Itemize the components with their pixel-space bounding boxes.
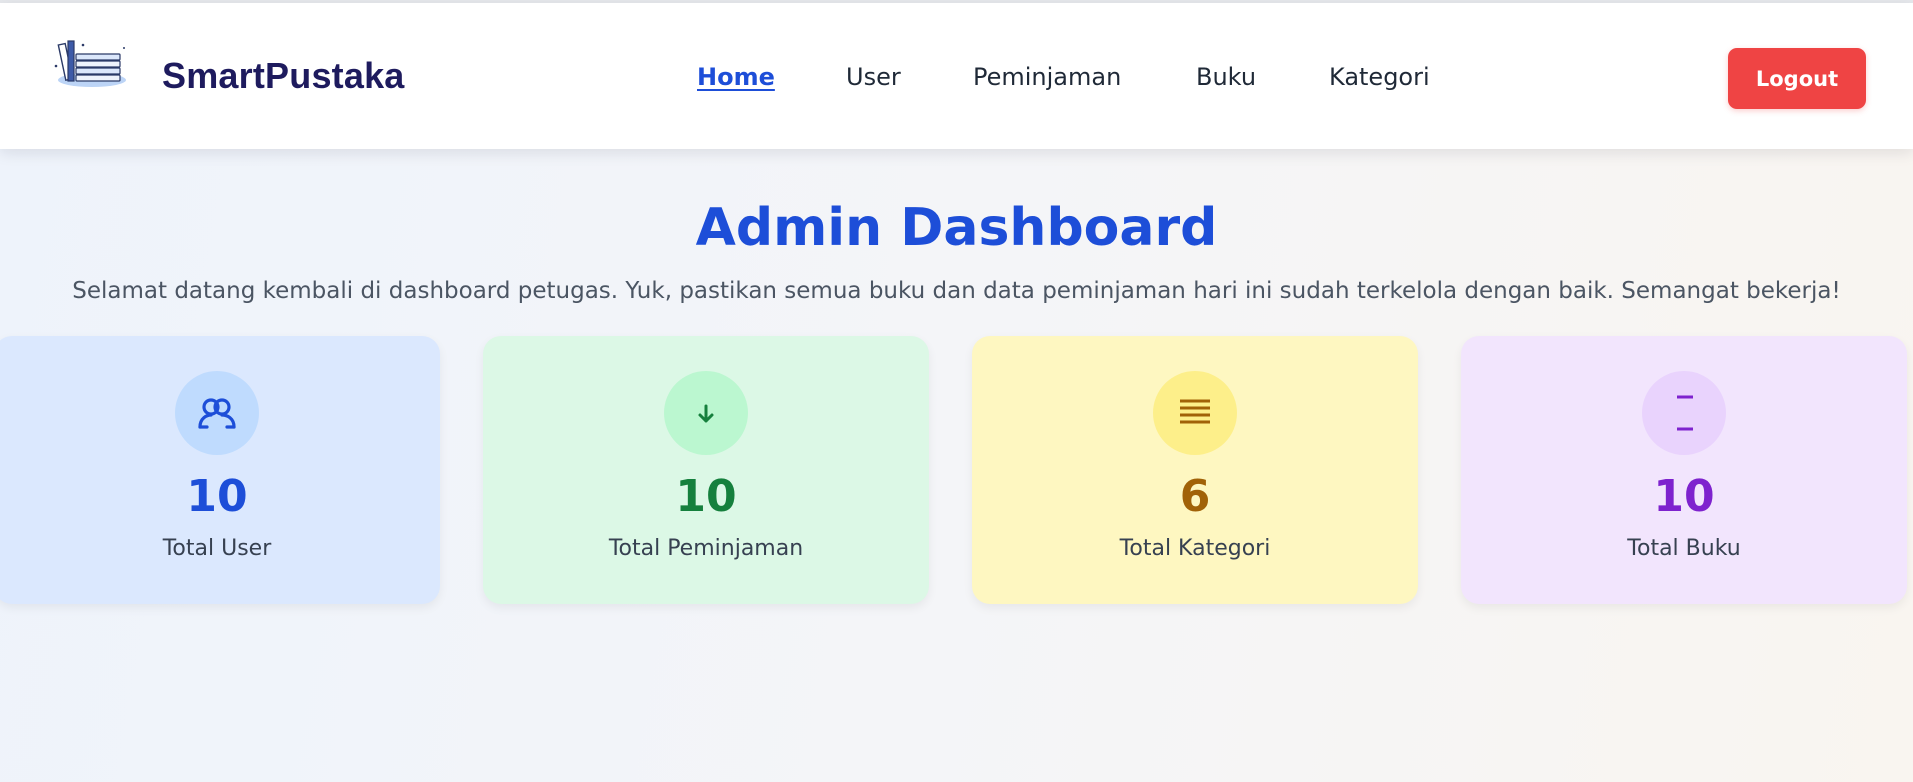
nav-link-peminjaman[interactable]: Peminjaman [973, 63, 1121, 91]
total-buku-value: 10 [1653, 471, 1715, 522]
total-kategori-value: 6 [1179, 471, 1211, 522]
logout-button[interactable]: Logout [1728, 48, 1866, 109]
total-user-label: Total User [162, 536, 272, 561]
users-icon [175, 371, 259, 455]
stat-card-total-kategori: 6 Total Kategori [972, 336, 1418, 604]
page-title: Admin Dashboard [695, 198, 1218, 258]
nav-link-buku[interactable]: Buku [1196, 63, 1256, 91]
book-icon [1642, 371, 1726, 455]
total-user-value: 10 [186, 471, 248, 522]
brand-name[interactable]: SmartPustaka [162, 55, 405, 97]
total-peminjaman-label: Total Peminjaman [608, 536, 804, 561]
navbar: SmartPustaka Home User Peminjaman Buku K… [0, 3, 1913, 149]
stat-card-total-peminjaman: 10 Total Peminjaman [483, 336, 929, 604]
nav-link-home[interactable]: Home [697, 63, 775, 91]
stat-card-total-user: 10 Total User [0, 336, 440, 604]
nav-link-kategori[interactable]: Kategori [1329, 63, 1430, 91]
stat-card-total-buku: 10 Total Buku [1461, 336, 1907, 604]
total-kategori-label: Total Kategori [1119, 536, 1271, 561]
welcome-message: Selamat datang kembali di dashboard petu… [72, 278, 1841, 304]
list-icon [1153, 371, 1237, 455]
total-buku-label: Total Buku [1627, 536, 1741, 561]
total-peminjaman-value: 10 [675, 471, 737, 522]
logo-books-icon[interactable] [50, 36, 130, 92]
nav-link-user[interactable]: User [846, 63, 901, 91]
arrow-down-icon [664, 371, 748, 455]
